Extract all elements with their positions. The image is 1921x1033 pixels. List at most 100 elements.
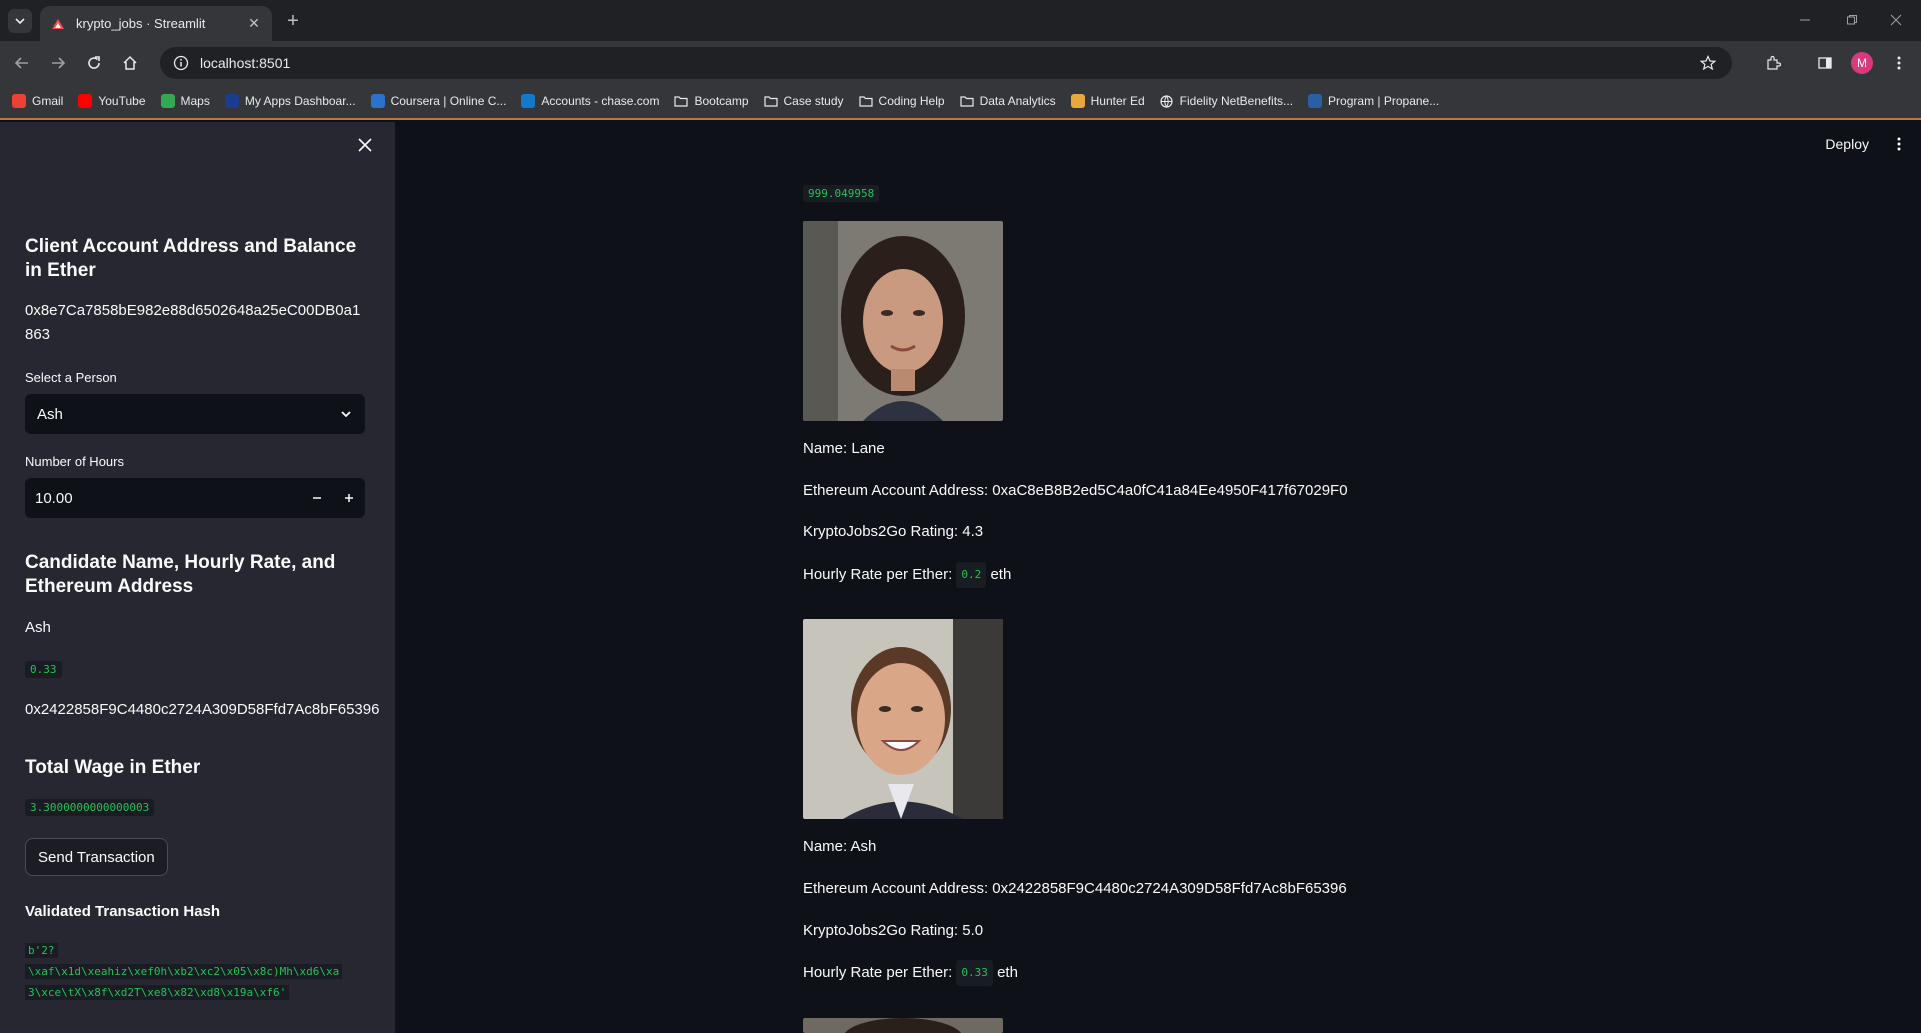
streamlit-app: Client Account Address and Balance in Et… xyxy=(0,122,1921,1033)
apps-icon xyxy=(224,94,239,108)
rate-unit: eth xyxy=(990,565,1012,583)
site-info-icon[interactable] xyxy=(172,54,190,72)
client-account-heading: Client Account Address and Balance in Et… xyxy=(25,236,357,281)
browser-menu-icon[interactable] xyxy=(1887,51,1911,75)
candidate-heading: Candidate Name, Hourly Rate, and Ethereu… xyxy=(25,552,336,597)
bookmark-label: Coursera | Online C... xyxy=(390,94,507,108)
bookmark-label: My Apps Dashboar... xyxy=(244,94,356,108)
close-sidebar-icon[interactable] xyxy=(354,134,376,156)
bookmark-label: Data Analytics xyxy=(979,94,1056,108)
gmail-icon xyxy=(12,94,26,108)
candidate-photo-next xyxy=(803,1018,1003,1033)
side-panel-icon[interactable] xyxy=(1813,51,1837,75)
candidate-rate-ash: Hourly Rate per Ether: 0.33 eth xyxy=(803,960,1018,986)
validated-hash-heading: Validated Transaction Hash xyxy=(25,903,221,920)
folder-icon xyxy=(959,94,974,108)
bookmark-label: Coding Help xyxy=(878,94,945,108)
hours-label: Number of Hours xyxy=(25,454,124,469)
candidate-name-lane: Name: Lane xyxy=(803,440,885,457)
bookmark-item[interactable]: Coursera | Online C... xyxy=(370,94,507,108)
bookmark-star-icon[interactable] xyxy=(1698,53,1718,73)
chevron-down-icon xyxy=(15,18,25,25)
bookmark-label: Maps xyxy=(180,94,210,108)
decrement-button[interactable] xyxy=(301,478,333,518)
browser-tab[interactable]: krypto_jobs · Streamlit ✕ xyxy=(40,6,272,41)
coursera-icon xyxy=(370,94,385,108)
bookmark-label: Program | Propane... xyxy=(1328,94,1440,108)
candidate-name-ash: Name: Ash xyxy=(803,838,877,855)
restore-icon[interactable] xyxy=(1832,8,1872,32)
rate-value: 0.33 xyxy=(956,960,993,986)
bookmark-item[interactable]: Fidelity NetBenefits... xyxy=(1160,94,1293,108)
total-wage-value: 3.3000000000000003 xyxy=(25,799,155,816)
total-wage-heading: Total Wage in Ether xyxy=(25,757,201,778)
bookmark-label: Case study xyxy=(783,94,844,108)
tab-search-button[interactable] xyxy=(8,9,32,33)
bookmark-item[interactable]: Coding Help xyxy=(858,94,945,108)
bookmark-item[interactable]: Maps xyxy=(160,94,210,108)
deploy-button[interactable]: Deploy xyxy=(1825,136,1869,152)
forward-icon[interactable] xyxy=(46,51,70,75)
rate-prefix: Hourly Rate per Ether: xyxy=(803,963,953,981)
hash-line: 3\xce\tX\x8f\xd2T\xe8\x82\xd8\x19a\xf6' xyxy=(25,985,290,1000)
candidate-address-lane: Ethereum Account Address: 0xaC8eB8B2ed5C… xyxy=(803,482,1348,499)
sidebar: Client Account Address and Balance in Et… xyxy=(0,122,395,1033)
folder-icon xyxy=(763,94,778,108)
candidate-name: Ash xyxy=(25,619,51,636)
app-header: Deploy xyxy=(1825,122,1921,166)
bookmark-label: Bootcamp xyxy=(694,94,749,108)
folder-icon xyxy=(858,94,873,108)
bookmark-item[interactable]: Gmail xyxy=(12,94,63,108)
streamlit-favicon-icon xyxy=(50,16,66,32)
new-tab-icon[interactable]: + xyxy=(282,10,304,32)
bookmark-item[interactable]: Program | Propane... xyxy=(1308,94,1439,108)
bookmark-label: Accounts - chase.com xyxy=(541,94,660,108)
bookmark-item[interactable]: Bootcamp xyxy=(674,94,749,108)
hunter-icon xyxy=(1070,94,1085,108)
close-tab-icon[interactable]: ✕ xyxy=(246,15,262,32)
candidate-photo-ash xyxy=(803,619,1003,819)
candidate-photo-lane xyxy=(803,221,1003,421)
bookmark-label: YouTube xyxy=(98,94,146,108)
candidate-rating-lane: KryptoJobs2Go Rating: 4.3 xyxy=(803,523,984,540)
bookmark-label: Gmail xyxy=(32,94,64,108)
url-text: localhost:8501 xyxy=(200,55,291,71)
bookmarks-bar: Gmail YouTube Maps My Apps Dashboar... Cours… xyxy=(0,84,1921,120)
rate-unit: eth xyxy=(997,963,1018,981)
maps-icon xyxy=(160,94,175,108)
main-menu-icon[interactable] xyxy=(1889,134,1909,154)
account-balance: 999.049958 xyxy=(803,185,880,202)
select-person-label: Select a Person xyxy=(25,370,117,385)
folder-icon xyxy=(674,94,689,108)
bookmark-item[interactable]: My Apps Dashboar... xyxy=(224,94,356,108)
bookmark-label: Fidelity NetBenefits... xyxy=(1179,94,1294,108)
bookmark-label: Hunter Ed xyxy=(1090,94,1145,108)
home-icon[interactable] xyxy=(118,51,142,75)
extensions-icon[interactable] xyxy=(1761,51,1785,75)
back-icon[interactable] xyxy=(10,51,34,75)
increment-button[interactable] xyxy=(333,478,365,518)
reload-icon[interactable] xyxy=(82,51,106,75)
minimize-icon[interactable] xyxy=(1785,8,1825,32)
program-icon xyxy=(1308,94,1323,108)
profile-avatar[interactable]: M xyxy=(1851,52,1873,74)
address-bar[interactable]: localhost:8501 xyxy=(160,47,1732,79)
bookmark-item[interactable]: Case study xyxy=(763,94,844,108)
bookmark-item[interactable]: YouTube xyxy=(78,94,146,108)
chase-icon xyxy=(521,94,536,108)
bookmark-item[interactable]: Hunter Ed xyxy=(1070,94,1145,108)
client-account-address: 0x8e7Ca7858bE982e88d6502648a25eC00DB0a18… xyxy=(25,302,361,343)
bookmark-item[interactable]: Data Analytics xyxy=(959,94,1056,108)
close-window-icon[interactable] xyxy=(1876,8,1916,32)
browser-toolbar: localhost:8501 M xyxy=(0,41,1921,84)
select-person-dropdown[interactable]: Ash xyxy=(25,394,365,434)
send-transaction-button[interactable]: Send Transaction xyxy=(25,838,168,876)
bookmark-item[interactable]: Accounts - chase.com xyxy=(521,94,659,108)
candidate-rate-lane: Hourly Rate per Ether: 0.2 eth xyxy=(803,562,1011,588)
transaction-hash: b'2? \xaf\x1d\xeahiz\xef0h\xb2\xc2\x05\x… xyxy=(25,940,375,1003)
hours-value[interactable]: 10.00 xyxy=(25,490,301,507)
hours-number-input[interactable]: 10.00 xyxy=(25,478,365,518)
tab-title: krypto_jobs · Streamlit xyxy=(76,16,206,31)
youtube-icon xyxy=(78,94,93,108)
hash-line: \xaf\x1d\xeahiz\xef0h\xb2\xc2\x05\x8c)Mh… xyxy=(25,964,343,979)
